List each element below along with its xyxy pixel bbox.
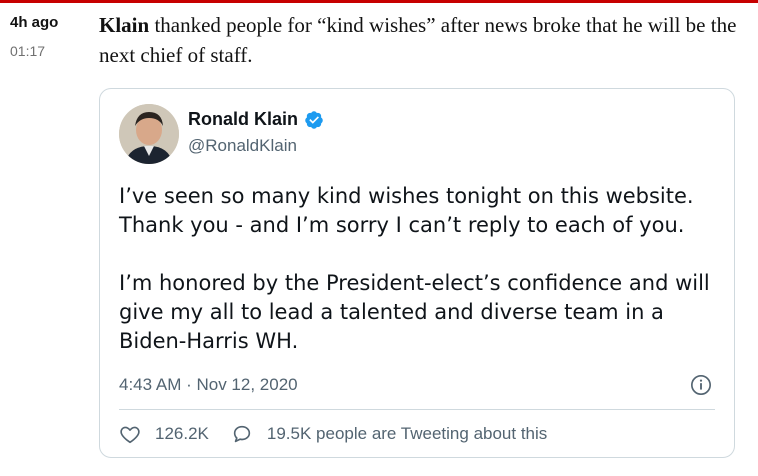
reply-bubble-icon	[233, 425, 251, 443]
tweet-line: Thank you - and I’m sorry I can’t reply …	[119, 213, 685, 237]
heart-icon	[120, 426, 140, 444]
verified-badge-icon	[305, 110, 323, 129]
info-icon[interactable]	[690, 374, 712, 396]
tweet-line: give my all to lead a talented and diver…	[119, 300, 664, 324]
tweet-actions: 126.2K 19.5K people are Tweeting about t…	[119, 423, 547, 445]
author-name[interactable]: Ronald Klain	[188, 109, 298, 130]
time-ago[interactable]: 4h ago	[10, 14, 58, 31]
like-button[interactable]: 126.2K	[119, 423, 209, 445]
conversation-link[interactable]: 19.5K people are Tweeting about this	[231, 423, 547, 445]
author-handle[interactable]: @RonaldKlain	[188, 136, 297, 156]
avatar[interactable]	[119, 104, 179, 164]
name-row: Ronald Klain	[188, 109, 324, 130]
live-blog-entry: Klain thanked people for “kind wishes” a…	[99, 10, 749, 70]
timestamp: 01:17	[10, 43, 46, 59]
entry-subject: Klain	[99, 13, 150, 37]
like-count: 126.2K	[155, 424, 209, 443]
tweeting-count: 19.5K people are Tweeting about this	[266, 424, 548, 443]
tweet-line: I’m honored by the President-elect’s con…	[119, 271, 710, 295]
avatar-image	[119, 104, 179, 164]
embedded-tweet[interactable]: Ronald Klain @RonaldKlain I’ve seen so m…	[99, 88, 735, 458]
header-rule-gap	[0, 3, 758, 5]
tweet-text: I’ve seen so many kind wishes tonight on…	[119, 182, 719, 356]
entry-text: thanked people for “kind wishes” after n…	[99, 13, 737, 67]
tweet-date[interactable]: 4:43 AM · Nov 12, 2020	[119, 375, 298, 395]
tweet-line: Biden-Harris WH.	[119, 329, 299, 353]
tweet-line: I’ve seen so many kind wishes tonight on…	[119, 184, 694, 208]
entry-meta: 4h ago 01:17	[10, 14, 58, 59]
divider	[119, 409, 715, 410]
